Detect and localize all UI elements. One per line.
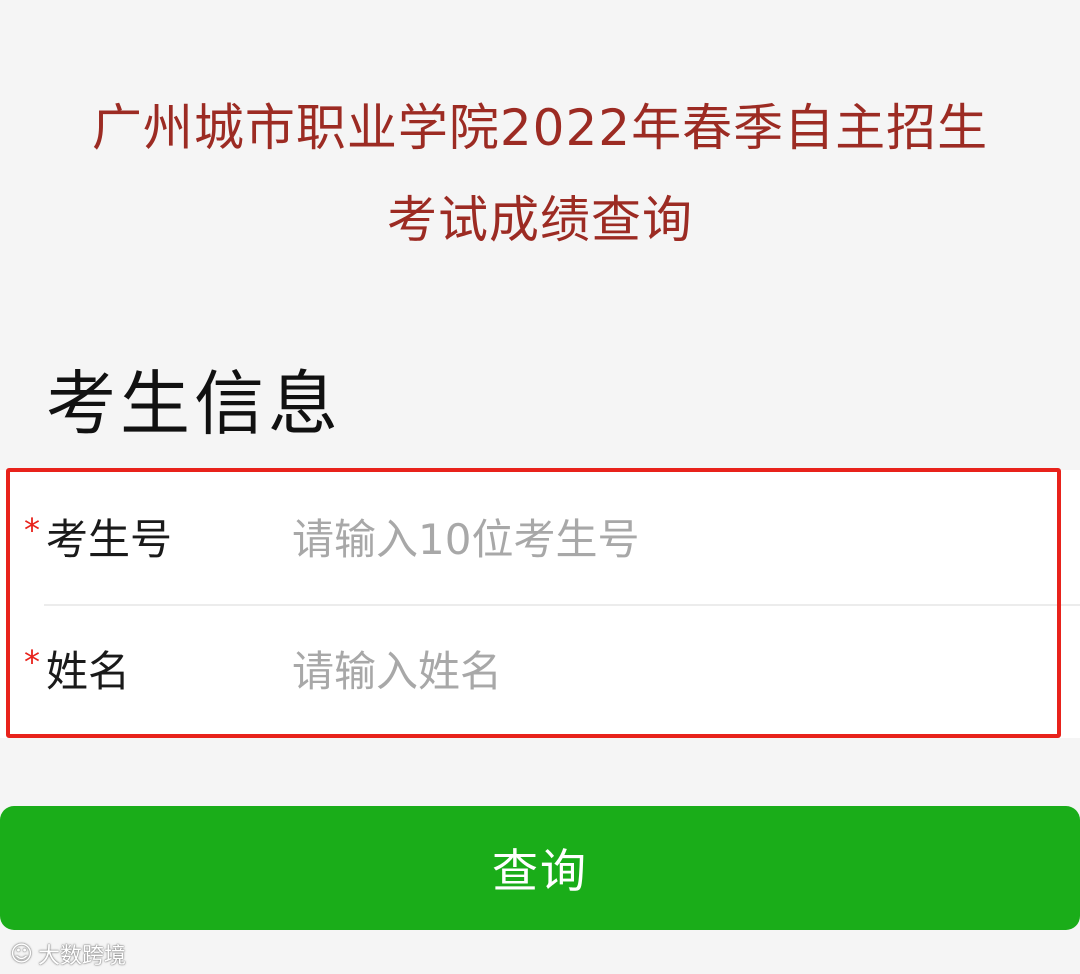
watermark: ☺︎ 大数跨境: [10, 938, 126, 970]
page-title: 广州城市职业学院2022年春季自主招生 考试成绩查询: [0, 82, 1080, 266]
student-info-form: * 考生号 * 姓名: [0, 470, 1080, 738]
section-heading: 考生信息: [46, 363, 342, 445]
exam-number-label: 考生号: [46, 515, 173, 564]
name-input[interactable]: [292, 636, 1032, 706]
page-title-line-2: 考试成绩查询: [387, 191, 693, 249]
form-row-exam-number: * 考生号: [0, 474, 1080, 606]
required-asterisk: *: [24, 643, 40, 681]
page-title-line-1: 广州城市职业学院2022年春季自主招生: [91, 99, 989, 157]
watermark-logo-icon: ☺︎: [10, 941, 33, 967]
form-row-name: * 姓名: [0, 606, 1080, 736]
watermark-text: 大数跨境: [37, 944, 126, 969]
query-button[interactable]: 查询: [0, 806, 1080, 930]
name-label: 姓名: [46, 647, 131, 696]
exam-number-input[interactable]: [292, 504, 1032, 574]
required-asterisk: *: [24, 511, 40, 549]
